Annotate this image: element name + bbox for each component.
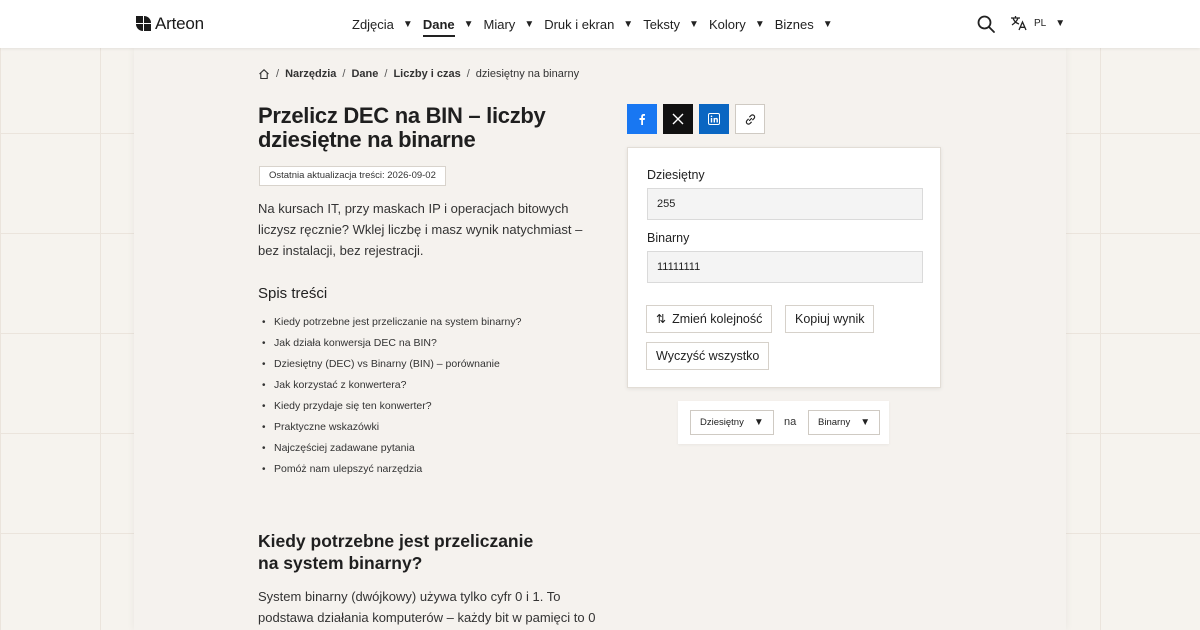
site-header: Arteon Zdjęcia ▼ Dane ▼ Miary ▼ Druk i e… <box>0 0 1200 48</box>
section-heading: Kiedy potrzebne jest przeliczanie na sys… <box>258 531 534 573</box>
search-button[interactable] <box>976 14 996 34</box>
share-facebook-button[interactable] <box>627 104 657 134</box>
last-updated-badge: Ostatnia aktualizacja treści: 2026-09-02 <box>259 166 446 186</box>
toc-title: Spis treści <box>258 285 328 302</box>
breadcrumb: / Narzędzia / Dane / Liczby i czas / dzi… <box>258 68 579 80</box>
breadcrumb-current: dziesiętny na binarny <box>475 68 580 80</box>
toc-item[interactable]: Praktyczne wskazówki <box>262 417 521 438</box>
breadcrumb-item[interactable]: Narzędzia <box>285 68 336 80</box>
nav-item-druk-i-ekran[interactable]: Druk i ekran ▼ <box>544 17 633 32</box>
toc-item[interactable]: Dziesiętny (DEC) vs Binarny (BIN) – poró… <box>262 354 521 375</box>
toc-item[interactable]: Jak korzystać z konwertera? <box>262 375 521 396</box>
caret-down-icon: ▼ <box>822 18 833 30</box>
caret-down-icon: ▼ <box>1055 17 1066 29</box>
nav-item-label: Teksty <box>643 16 681 32</box>
link-icon <box>745 113 755 125</box>
translate-icon <box>1011 16 1027 31</box>
nav-item-label: Kolory <box>708 16 746 32</box>
share-linkedin-button[interactable] <box>699 104 729 134</box>
caret-down-icon: ▼ <box>463 18 474 30</box>
decimal-input[interactable]: 255 <box>647 188 923 220</box>
nav-item-label: Zdjęcia <box>352 16 394 32</box>
to-unit-select[interactable]: Binarny ▼ <box>808 410 881 435</box>
toc-item[interactable]: Pomóż nam ulepszyć narzędzia <box>262 459 521 480</box>
search-icon <box>977 15 995 33</box>
toc-item[interactable]: Najczęściej zadawane pytania <box>262 438 521 459</box>
copy-result-label: Kopiuj wynik <box>795 312 865 326</box>
swap-button[interactable]: ⇅ Zmień kolejność <box>646 305 773 333</box>
clear-all-button[interactable]: Wyczyść wszystko <box>646 342 770 370</box>
swap-icon: ⇅ <box>656 312 667 326</box>
copy-link-button[interactable] <box>735 104 765 134</box>
nav-item-kolory[interactable]: Kolory ▼ <box>709 17 765 32</box>
breadcrumb-item[interactable]: Liczby i czas <box>393 68 460 80</box>
table-of-contents: Kiedy potrzebne jest przeliczanie na sys… <box>262 312 521 480</box>
breadcrumb-separator: / <box>342 68 346 80</box>
caret-down-icon: ▼ <box>860 417 871 428</box>
intro-text: Na kursach IT, przy maskach IP i operacj… <box>258 201 583 258</box>
x-icon <box>672 113 684 125</box>
binary-output[interactable]: 11111111 <box>647 251 923 283</box>
input-label: Dziesiętny <box>647 168 705 182</box>
logo-icon <box>136 16 152 32</box>
caret-down-icon: ▼ <box>754 18 765 30</box>
nav-item-miary[interactable]: Miary ▼ <box>484 17 535 32</box>
language-code: PL <box>1034 17 1047 29</box>
nav-item-teksty[interactable]: Teksty ▼ <box>643 17 699 32</box>
swap-button-label: Zmień kolejność <box>672 312 763 326</box>
caret-down-icon: ▼ <box>623 18 634 30</box>
breadcrumb-separator: / <box>276 68 280 80</box>
share-buttons <box>627 104 771 134</box>
home-icon[interactable] <box>258 68 270 80</box>
logo[interactable]: Arteon <box>136 14 204 34</box>
unit-selector-bar: Dziesiętny ▼ na Binarny ▼ <box>678 401 889 444</box>
nav-item-label: Biznes <box>774 16 814 32</box>
from-unit-select[interactable]: Dziesiętny ▼ <box>690 410 774 435</box>
caret-down-icon: ▼ <box>524 18 535 30</box>
language-switcher[interactable]: PL ▼ <box>1010 15 1065 31</box>
caret-down-icon: ▼ <box>689 18 699 30</box>
clear-all-label: Wyczyść wszystko <box>656 349 760 363</box>
share-x-button[interactable] <box>663 104 693 134</box>
facebook-icon <box>639 114 645 125</box>
nav-item-label: Druk i ekran <box>544 16 615 32</box>
main-nav: Zdjęcia ▼ Dane ▼ Miary ▼ Druk i ekran ▼ … <box>352 0 843 48</box>
nav-item-label: Dane <box>422 17 455 37</box>
breadcrumb-separator: / <box>384 68 388 80</box>
to-unit-value: Binarny <box>818 417 851 428</box>
toc-item[interactable]: Jak działa konwersja DEC na BIN? <box>262 333 521 354</box>
from-unit-value: Dziesiętny <box>700 417 744 428</box>
converter-card: Dziesiętny 255 Binarny 11111111 ⇅ Zmień … <box>627 147 941 388</box>
toc-item[interactable]: Kiedy potrzebne jest przeliczanie na sys… <box>262 312 521 333</box>
logo-text: Arteon <box>155 14 204 33</box>
nav-item-zdjecia[interactable]: Zdjęcia ▼ <box>352 17 413 32</box>
linkedin-icon <box>708 113 720 125</box>
page-title: Przelicz DEC na BIN – liczby dziesiętne … <box>258 103 546 152</box>
nav-item-biznes[interactable]: Biznes ▼ <box>775 17 833 32</box>
caret-down-icon: ▼ <box>753 417 764 428</box>
section-text: System binarny (dwójkowy) używa tylko cy… <box>258 589 596 625</box>
copy-result-button[interactable]: Kopiuj wynik <box>785 305 875 333</box>
output-label: Binarny <box>647 231 690 245</box>
nav-item-label: Miary <box>483 16 516 32</box>
unit-connector: na <box>784 416 797 428</box>
breadcrumb-item[interactable]: Dane <box>351 68 378 80</box>
breadcrumb-separator: / <box>466 68 470 80</box>
toc-item[interactable]: Kiedy przydaje się ten konwerter? <box>262 396 521 417</box>
caret-down-icon: ▼ <box>402 18 413 30</box>
nav-item-dane[interactable]: Dane ▼ <box>422 12 474 37</box>
